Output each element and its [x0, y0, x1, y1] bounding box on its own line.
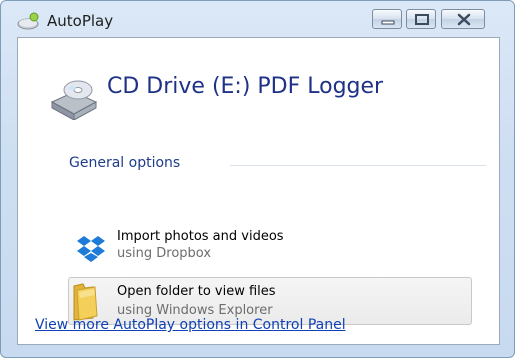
folder-icon	[73, 283, 98, 321]
option-import-sublabel: using Dropbox	[117, 246, 212, 261]
minimize-button[interactable]	[372, 9, 402, 29]
general-options-heading: General options	[69, 155, 181, 171]
option-open-folder-sublabel: using Windows Explorer	[117, 303, 273, 318]
option-import-label: Import photos and videos	[117, 229, 284, 244]
minimize-icon	[381, 20, 395, 25]
autoplay-window: AutoPlay CD Drive (E:) PDF Logger Genera…	[0, 0, 515, 358]
option-open-folder-label: Open folder to view files	[117, 284, 276, 299]
close-button[interactable]	[441, 9, 485, 29]
title-bar[interactable]: AutoPlay	[1, 1, 514, 39]
section-divider	[230, 165, 486, 166]
option-import-photos[interactable]: Import photos and videos using Dropbox	[68, 225, 472, 270]
maximize-button[interactable]	[406, 9, 436, 29]
device-title: CD Drive (E:) PDF Logger	[107, 74, 384, 99]
close-icon	[457, 13, 471, 26]
maximize-icon	[415, 14, 429, 25]
cd-drive-icon	[50, 80, 98, 120]
autoplay-app-icon	[17, 12, 39, 30]
autoplay-content: CD Drive (E:) PDF Logger General options…	[17, 37, 500, 345]
dropbox-icon	[77, 236, 105, 262]
control-panel-link[interactable]: View more AutoPlay options in Control Pa…	[35, 317, 346, 333]
window-title: AutoPlay	[47, 12, 114, 30]
